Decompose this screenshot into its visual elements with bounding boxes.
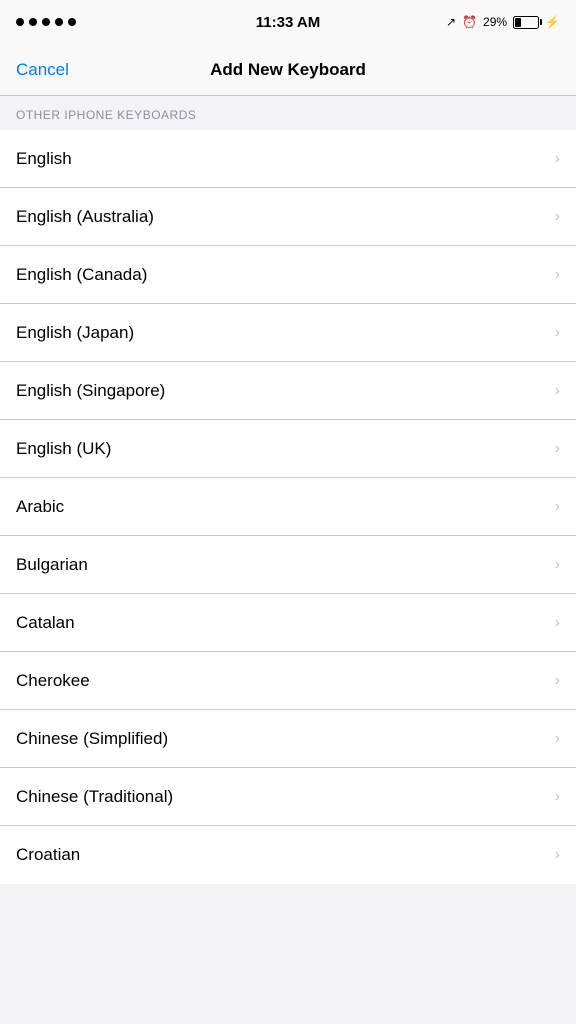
list-item-english-australia[interactable]: English (Australia) ›	[0, 188, 576, 246]
signal-dot-1	[16, 18, 24, 26]
list-item-label-english-australia: English (Australia)	[16, 207, 154, 227]
list-item-english-japan[interactable]: English (Japan) ›	[0, 304, 576, 362]
list-item-label-english-singapore: English (Singapore)	[16, 381, 165, 401]
list-item-label-english-canada: English (Canada)	[16, 265, 147, 285]
cancel-button[interactable]: Cancel	[16, 60, 69, 80]
list-item-cherokee[interactable]: Cherokee ›	[0, 652, 576, 710]
list-item-catalan[interactable]: Catalan ›	[0, 594, 576, 652]
chevron-right-icon: ›	[555, 730, 560, 748]
list-item-english-uk[interactable]: English (UK) ›	[0, 420, 576, 478]
list-item-label-arabic: Arabic	[16, 497, 64, 517]
status-time: 11:33 AM	[256, 14, 320, 31]
list-item-english-singapore[interactable]: English (Singapore) ›	[0, 362, 576, 420]
charging-icon: ⚡	[545, 15, 560, 29]
keyboard-list: English›English (Australia)›English (Can…	[0, 130, 576, 884]
chevron-right-icon: ›	[555, 382, 560, 400]
chevron-right-icon: ›	[555, 266, 560, 284]
alarm-icon: ⏰	[462, 15, 477, 29]
chevron-right-icon: ›	[555, 788, 560, 806]
status-right: ↗ ⏰ 29% ⚡	[446, 15, 560, 29]
list-item-label-catalan: Catalan	[16, 613, 75, 633]
list-item-label-bulgarian: Bulgarian	[16, 555, 88, 575]
chevron-right-icon: ›	[555, 672, 560, 690]
signal-indicators	[16, 18, 76, 26]
status-bar: 11:33 AM ↗ ⏰ 29% ⚡	[0, 0, 576, 44]
list-item-chinese-simplified[interactable]: Chinese (Simplified) ›	[0, 710, 576, 768]
battery-icon	[513, 16, 539, 29]
list-item-label-croatian: Croatian	[16, 845, 80, 865]
list-item-label-cherokee: Cherokee	[16, 671, 90, 691]
chevron-right-icon: ›	[555, 556, 560, 574]
chevron-right-icon: ›	[555, 614, 560, 632]
list-item-label-english-japan: English (Japan)	[16, 323, 134, 343]
battery-fill	[515, 18, 521, 27]
chevron-right-icon: ›	[555, 440, 560, 458]
nav-bar: Cancel Add New Keyboard	[0, 44, 576, 96]
chevron-right-icon: ›	[555, 208, 560, 226]
chevron-right-icon: ›	[555, 846, 560, 864]
battery-percent: 29%	[483, 15, 507, 29]
list-item-label-english-uk: English (UK)	[16, 439, 111, 459]
location-icon: ↗	[446, 15, 456, 29]
page-title: Add New Keyboard	[210, 60, 366, 80]
list-item-english[interactable]: English ›	[0, 130, 576, 188]
signal-dot-5	[68, 18, 76, 26]
chevron-right-icon: ›	[555, 498, 560, 516]
battery-indicator	[513, 16, 539, 29]
list-item-label-english: English	[16, 149, 72, 169]
list-item-english-canada[interactable]: English (Canada) ›	[0, 246, 576, 304]
chevron-right-icon: ›	[555, 324, 560, 342]
list-item-chinese-traditional[interactable]: Chinese (Traditional) ›	[0, 768, 576, 826]
list-item-label-chinese-simplified: Chinese (Simplified)	[16, 729, 168, 749]
signal-dot-2	[29, 18, 37, 26]
list-item-bulgarian[interactable]: Bulgarian ›	[0, 536, 576, 594]
section-header: OTHER IPHONE KEYBOARDS	[0, 96, 576, 130]
signal-dot-4	[55, 18, 63, 26]
list-item-croatian[interactable]: Croatian ›	[0, 826, 576, 884]
list-item-label-chinese-traditional: Chinese (Traditional)	[16, 787, 173, 807]
chevron-right-icon: ›	[555, 150, 560, 168]
list-item-arabic[interactable]: Arabic ›	[0, 478, 576, 536]
signal-dot-3	[42, 18, 50, 26]
